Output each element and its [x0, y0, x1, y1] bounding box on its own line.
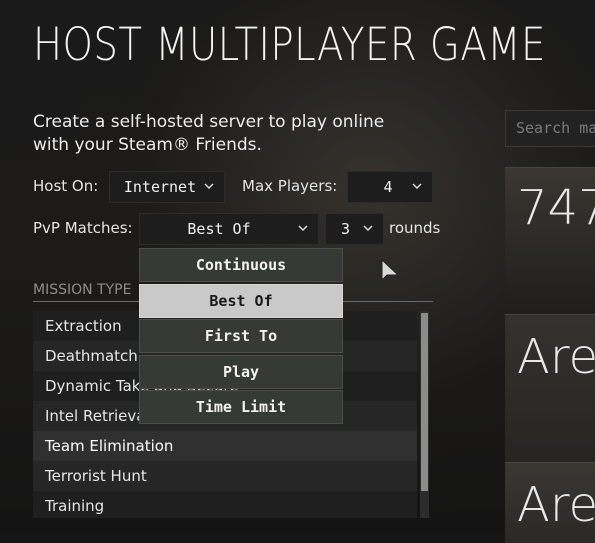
dropdown-option-best-of[interactable]: Best Of — [139, 283, 343, 318]
chevron-down-icon — [298, 225, 308, 232]
pvp-mode-select[interactable]: Best Of — [139, 213, 319, 245]
map-card[interactable]: Arena — [505, 314, 595, 462]
map-card-label: 747 — [517, 180, 595, 236]
map-card[interactable]: Arena — [505, 462, 595, 543]
rounds-label: rounds — [389, 219, 441, 237]
max-players-select[interactable]: 4 — [347, 171, 433, 203]
list-item[interactable]: Training — [33, 491, 417, 518]
map-card-label: Arena — [517, 329, 595, 385]
chevron-down-icon — [204, 183, 214, 190]
mouse-cursor-icon — [381, 258, 400, 282]
list-item[interactable]: Terrorist Hunt — [33, 461, 417, 491]
page-title: HOST MULTIPLAYER GAME — [33, 18, 546, 71]
dropdown-option-continuous[interactable]: Continuous — [139, 248, 343, 282]
dropdown-option-first-to[interactable]: First To — [139, 319, 343, 353]
page-description: Create a self-hosted server to play onli… — [33, 112, 385, 155]
scrollbar-thumb[interactable] — [421, 313, 428, 491]
pvp-rounds-select[interactable]: 3 — [325, 213, 384, 245]
map-card-label: Arena — [517, 477, 595, 533]
pvp-rounds-value: 3 — [340, 220, 351, 238]
pvp-mode-value: Best Of — [187, 220, 251, 238]
map-search-input[interactable]: Search maps — [505, 110, 595, 147]
list-item-selected[interactable]: Team Elimination — [33, 431, 417, 461]
pvp-matches-label: PvP Matches: — [33, 219, 133, 237]
max-players-label: Max Players: — [242, 177, 338, 195]
host-on-value: Internet — [123, 178, 197, 196]
chevron-down-icon — [363, 225, 373, 232]
dropdown-option-time-limit[interactable]: Time Limit — [139, 390, 343, 424]
host-on-label: Host On: — [33, 177, 99, 195]
map-card[interactable]: 747 — [505, 167, 595, 314]
chevron-down-icon — [412, 183, 422, 190]
max-players-value: 4 — [383, 178, 393, 196]
dropdown-option-play[interactable]: Play — [139, 354, 343, 389]
pvp-mode-dropdown: Continuous Best Of First To Play Time Li… — [139, 248, 343, 426]
host-on-select[interactable]: Internet — [109, 171, 225, 203]
